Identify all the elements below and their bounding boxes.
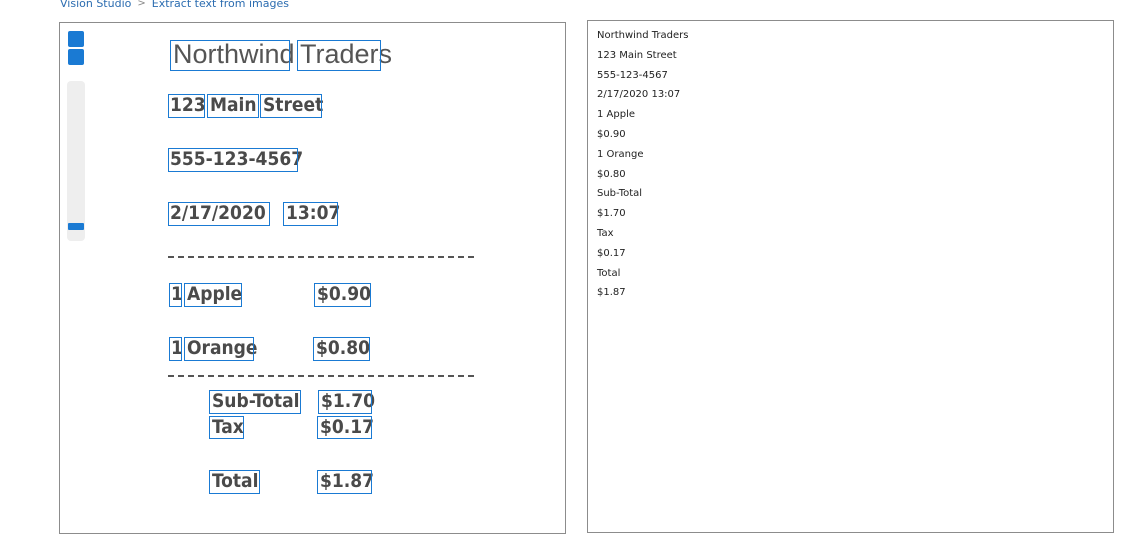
extracted-line: $1.87 — [597, 287, 626, 299]
receipt-separator — [168, 375, 474, 377]
extracted-text-list: Northwind Traders 123 Main Street 555-12… — [597, 29, 689, 306]
ocr-bounding-box[interactable] — [169, 283, 182, 307]
ocr-bounding-box[interactable] — [168, 202, 270, 226]
ocr-bounding-box[interactable] — [168, 94, 205, 118]
chevron-right-icon: > — [137, 0, 146, 9]
ocr-bounding-box[interactable] — [169, 337, 182, 361]
ocr-bounding-box[interactable] — [184, 283, 242, 307]
extracted-line: 123 Main Street — [597, 49, 677, 61]
ocr-bounding-box[interactable] — [209, 416, 244, 439]
extracted-line: Total — [597, 267, 621, 279]
breadcrumb: Vision Studio > Extract text from images — [60, 0, 289, 11]
extracted-line: $0.90 — [597, 128, 626, 140]
ocr-bounding-box[interactable] — [260, 94, 322, 118]
ocr-bounding-box[interactable] — [317, 416, 372, 439]
extracted-line: 1 Orange — [597, 148, 644, 160]
ocr-bounding-box[interactable] — [209, 470, 260, 494]
image-preview-panel: Northwind Traders 123 Main Street 555-12… — [59, 22, 566, 534]
extracted-line: $0.17 — [597, 247, 626, 259]
extracted-line: 555-123-4567 — [597, 69, 668, 81]
ocr-bounding-box[interactable] — [283, 202, 338, 226]
ocr-bounding-box[interactable] — [207, 94, 259, 118]
breadcrumb-extract-text[interactable]: Extract text from images — [152, 0, 289, 10]
extracted-line: 1 Apple — [597, 109, 636, 121]
extracted-line: Sub-Total — [597, 188, 643, 200]
extracted-line: Northwind Traders — [597, 30, 689, 41]
extracted-text-panel: Northwind Traders 123 Main Street 555-12… — [587, 20, 1114, 533]
receipt-image: Northwind Traders 123 Main Street 555-12… — [60, 23, 567, 535]
ocr-bounding-box[interactable] — [297, 40, 381, 71]
ocr-bounding-box[interactable] — [313, 337, 370, 361]
ocr-bounding-box[interactable] — [184, 337, 254, 361]
receipt-separator — [168, 256, 474, 258]
extracted-line: $1.70 — [597, 208, 626, 220]
ocr-bounding-box[interactable] — [209, 390, 301, 414]
ocr-bounding-box[interactable] — [168, 148, 298, 172]
ocr-bounding-box[interactable] — [318, 390, 372, 414]
breadcrumb-vision-studio[interactable]: Vision Studio — [60, 0, 131, 10]
extracted-line: Tax — [597, 227, 614, 239]
ocr-bounding-box[interactable] — [314, 283, 371, 307]
extracted-line: 2/17/2020 13:07 — [597, 89, 681, 101]
extracted-line: $0.80 — [597, 168, 626, 180]
ocr-bounding-box[interactable] — [170, 40, 290, 71]
ocr-bounding-box[interactable] — [317, 470, 372, 494]
